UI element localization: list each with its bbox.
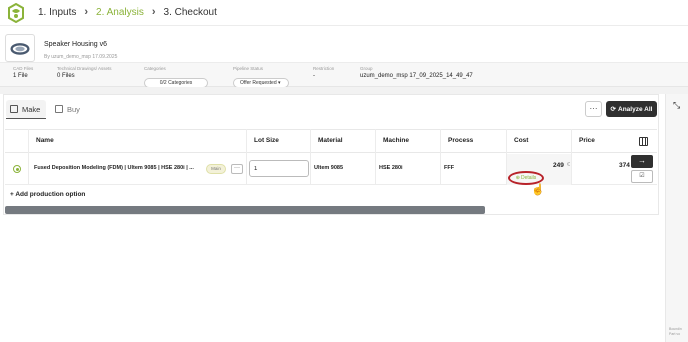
meta-label: CAD Files xyxy=(13,66,34,71)
meta-restriction: Restriction - xyxy=(313,66,334,79)
meta-drawings: Technical Drawings/ Assets 0 Files xyxy=(57,66,112,79)
arrow-right-icon[interactable]: → xyxy=(631,155,653,168)
row-process: FFF xyxy=(444,165,455,171)
row-options-button[interactable]: ··· xyxy=(231,164,243,174)
cart-icon xyxy=(55,105,63,113)
meta-value: 0 Files xyxy=(57,73,75,79)
cost-currency: € xyxy=(567,162,571,168)
header-material[interactable]: Material xyxy=(318,137,343,144)
tab-make-label: Make xyxy=(22,104,41,114)
row-material: Ultem 9085 xyxy=(314,165,344,171)
step-breadcrumb: 1. Inputs › 2. Analysis › 3. Checkout xyxy=(38,6,217,18)
refresh-icon: ⟳ xyxy=(610,106,616,113)
row-select-radio[interactable] xyxy=(13,165,21,173)
meta-label: Pipeline Status xyxy=(233,66,264,71)
header-price[interactable]: Price xyxy=(579,137,595,144)
plus-icon: ⊕ xyxy=(515,175,520,181)
meta-label: Technical Drawings/ Assets xyxy=(57,66,112,71)
meta-label: Group xyxy=(360,66,373,71)
row-price: 374 xyxy=(619,162,630,169)
chevron-right-icon: › xyxy=(151,6,156,18)
hand-cursor-icon: ☝ xyxy=(531,184,545,196)
meta-label: Restriction xyxy=(313,66,335,71)
logo-icon[interactable] xyxy=(6,3,26,23)
step-analysis[interactable]: 2. Analysis xyxy=(96,7,144,18)
columns-icon[interactable] xyxy=(639,137,648,146)
meta-value: - xyxy=(313,73,315,79)
pipeline-status-value: Offer Requested xyxy=(240,80,277,86)
lot-size-input[interactable] xyxy=(249,160,309,177)
divider xyxy=(0,87,688,94)
analyze-all-button[interactable]: ⟳ Analyze All xyxy=(606,101,657,117)
part-thumbnail[interactable] xyxy=(5,34,35,62)
meta-label: Categories xyxy=(144,66,166,71)
meta-categories: Categories 0/2 Categories xyxy=(144,66,208,89)
main-badge: Main xyxy=(206,164,226,174)
meta-value: uzum_demo_msp 17_09_2025_14_49_47 xyxy=(360,73,473,79)
tab-underline xyxy=(6,118,46,119)
3d-viewer-panel[interactable] xyxy=(665,94,688,342)
meta-pipeline: Pipeline Status Offer Requested ▾ xyxy=(233,66,289,89)
tab-buy-label: Buy xyxy=(67,104,80,114)
meta-cad-files: CAD Files 1 File xyxy=(13,66,33,79)
part-title: Speaker Housing v6 xyxy=(44,41,108,48)
analyze-all-label: Analyze All xyxy=(618,105,653,113)
step-checkout[interactable]: 3. Checkout xyxy=(164,7,217,18)
header-process[interactable]: Process xyxy=(448,137,473,144)
chevron-right-icon: › xyxy=(84,6,89,18)
caret-down-icon: ▾ xyxy=(278,80,281,86)
meta-value: 1 File xyxy=(13,73,28,79)
factory-icon xyxy=(10,105,18,113)
tab-buy[interactable]: Buy xyxy=(55,100,80,118)
viewer-caption: Boundin Part vo xyxy=(669,327,682,336)
row-name: Fused Deposition Modeling (FDM) | Ultem … xyxy=(34,165,194,171)
collapse-icon[interactable]: ⤡ xyxy=(673,100,680,111)
add-production-option-button[interactable]: + Add production option xyxy=(10,191,85,198)
horizontal-scrollbar[interactable] xyxy=(5,206,485,214)
more-options-button[interactable]: ··· xyxy=(585,101,602,117)
row-cost: 249 xyxy=(553,162,564,169)
row-machine: HSE 280i xyxy=(379,165,403,171)
header-cost[interactable]: Cost xyxy=(514,137,528,144)
header-name[interactable]: Name xyxy=(36,137,54,144)
header-lot-size[interactable]: Lot Size xyxy=(254,137,279,144)
step-inputs[interactable]: 1. Inputs xyxy=(38,7,76,18)
add-to-cart-button[interactable]: ☑ xyxy=(631,170,653,183)
part-byline: By uzum_demo_msp 17.09.2025 xyxy=(44,54,118,60)
header-machine[interactable]: Machine xyxy=(383,137,409,144)
details-label: Details xyxy=(520,175,537,181)
tab-make[interactable]: Make xyxy=(6,100,46,118)
meta-group: Group uzum_demo_msp 17_09_2025_14_49_47 xyxy=(360,66,473,79)
